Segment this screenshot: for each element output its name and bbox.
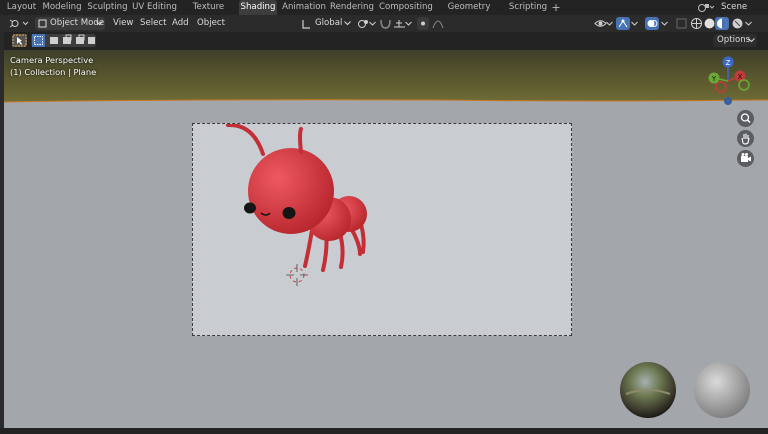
material-preview-icon — [717, 18, 727, 29]
menu-add[interactable]: Add — [172, 17, 189, 30]
magnifier-icon — [740, 113, 751, 124]
tab-layout[interactable]: Layout — [4, 0, 39, 15]
scene-icon — [698, 4, 715, 12]
falloff-icon[interactable] — [432, 17, 445, 30]
object-mode-icon — [38, 19, 47, 28]
wireframe-shading-icon[interactable] — [690, 17, 703, 30]
tool-settings-row: Options — [0, 32, 768, 50]
tab-texture-paint[interactable]: Texture Paint — [181, 0, 236, 27]
hdri-preview-sphere — [620, 362, 676, 418]
tab-scripting[interactable]: Scripting — [508, 0, 548, 15]
chevron-down-icon[interactable] — [405, 17, 412, 30]
options-label: Options — [717, 35, 751, 45]
tab-animation[interactable]: Animation — [281, 0, 327, 15]
hand-icon — [741, 133, 750, 145]
rendered-shading-icon[interactable] — [731, 17, 744, 30]
gizmo-toggle-button[interactable] — [616, 17, 630, 30]
overlays-toggle-button[interactable] — [645, 17, 659, 30]
menu-object[interactable]: Object — [197, 17, 225, 30]
camera-icon — [741, 153, 751, 162]
tab-compositing[interactable]: Compositing — [379, 0, 433, 15]
add-workspace-button[interactable]: + — [550, 0, 562, 15]
chevron-down-icon — [344, 21, 351, 26]
editor-type-button[interactable] — [7, 17, 31, 30]
mode-dropdown[interactable]: Object Mode — [35, 17, 105, 30]
tab-modeling[interactable]: Modeling — [42, 0, 82, 15]
chevron-down-icon[interactable] — [606, 17, 613, 30]
selection-mode-icons — [32, 34, 95, 47]
proportional-editing-icon — [421, 21, 425, 26]
collection-label: (1) Collection | Plane — [10, 67, 97, 77]
gizmo-icon — [618, 19, 628, 28]
3d-viewport[interactable]: Camera Perspective (1) Collection | Plan… — [4, 50, 768, 428]
gizmo-z-label: Z — [726, 59, 731, 67]
chevron-down-icon[interactable] — [631, 17, 638, 30]
tab-uv-editing[interactable]: UV Editing — [132, 0, 177, 15]
overlays-icon — [647, 20, 658, 27]
matcap-preview-sphere — [694, 362, 750, 418]
gizmo-x-label: X — [738, 73, 743, 81]
proportional-editing-button[interactable] — [417, 17, 429, 30]
camera-view-button[interactable] — [737, 150, 754, 167]
chevron-down-icon[interactable] — [745, 17, 752, 30]
selection-mode-group — [31, 34, 96, 47]
editor-type-icon — [9, 19, 29, 28]
xray-icon[interactable] — [675, 17, 688, 30]
workspace-bar: Layout Modeling Sculpting UV Editing Tex… — [0, 0, 768, 27]
snap-icon[interactable] — [379, 17, 392, 30]
transform-orientation-icon — [302, 20, 310, 29]
menu-select[interactable]: Select — [140, 17, 167, 30]
camera-perspective-label: Camera Perspective — [10, 55, 94, 65]
chevron-down-icon[interactable] — [369, 17, 376, 30]
orientation-dropdown[interactable]: Global — [299, 17, 352, 30]
chevron-down-icon — [748, 38, 755, 43]
status-bar — [0, 428, 768, 434]
cursor-arrow-icon — [12, 34, 27, 47]
orientation-label: Global — [315, 18, 343, 28]
zoom-button[interactable] — [737, 110, 754, 127]
rendered-ant — [226, 122, 367, 286]
options-dropdown[interactable]: Options — [713, 34, 757, 47]
viewport-header: Object Mode View Select Add Object Globa… — [0, 15, 768, 32]
tab-shading[interactable]: Shading — [239, 0, 277, 15]
chevron-down-icon[interactable] — [661, 17, 668, 30]
tab-geometry-nodes[interactable]: Geometry Nodes — [436, 0, 502, 27]
camera-frame — [192, 122, 572, 336]
gizmo-y-label: Y — [711, 75, 717, 83]
material-preview-button[interactable] — [715, 17, 729, 30]
tab-sculpting[interactable]: Sculpting — [86, 0, 129, 15]
tab-rendering[interactable]: Rendering — [330, 0, 374, 15]
navigation-gizmo[interactable]: Z Y X — [698, 54, 756, 108]
scene-selector[interactable]: Scene — [697, 0, 768, 15]
scene-label: Scene — [721, 2, 748, 12]
chevron-down-icon — [96, 21, 103, 26]
select-tool-button[interactable] — [12, 34, 27, 47]
pan-button[interactable] — [737, 130, 754, 147]
menu-view[interactable]: View — [113, 17, 133, 30]
